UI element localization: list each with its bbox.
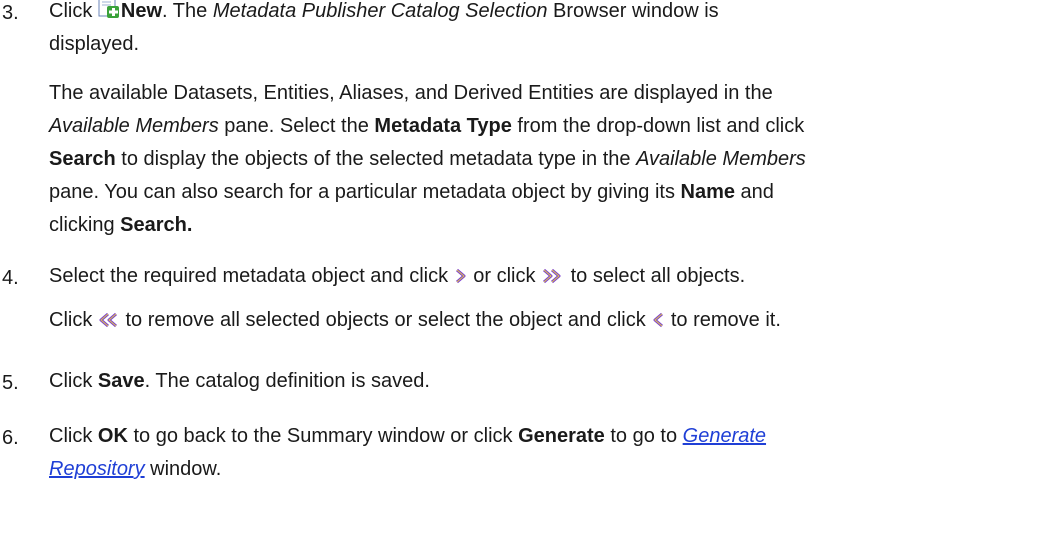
step-3-line-1: Click New. The Metadata Publisher Catalo… <box>49 0 1059 28</box>
step-6-line-1: Click OK to go back to the Summary windo… <box>49 425 767 447</box>
paragraph-line: Available Members pane. Select the Metad… <box>49 115 805 137</box>
step-number: 5. <box>2 372 19 394</box>
step-number: 3. <box>2 2 19 24</box>
new-label: New <box>120 0 163 22</box>
window-name: Metadata Publisher Catalog Selection <box>212 0 548 22</box>
generate-repository-link[interactable]: Generate <box>683 425 766 447</box>
double-chevron-right-icon <box>541 263 565 296</box>
paragraph-line: Search to display the objects of the sel… <box>49 148 806 170</box>
ok-label: OK <box>97 425 128 447</box>
step-number: 4. <box>2 267 19 289</box>
paragraph-line: pane. You can also search for a particul… <box>49 181 774 203</box>
step-4-line-2: Click to remove all selected objects or … <box>49 304 781 340</box>
generate-label: Generate <box>518 425 605 447</box>
save-label: Save <box>97 370 145 392</box>
chevron-right-icon <box>454 263 468 296</box>
step-5-line: Click Save. The catalog definition is sa… <box>49 370 430 392</box>
chevron-left-icon <box>651 307 665 340</box>
paragraph-line: clicking Search. <box>49 214 193 236</box>
step-6-line-2: Repository window. <box>49 458 222 480</box>
double-chevron-left-icon <box>98 307 120 340</box>
generate-repository-link-cont[interactable]: Repository <box>49 458 145 480</box>
new-document-add-icon <box>98 0 120 19</box>
paragraph-line: The available Datasets, Entities, Aliase… <box>49 82 773 104</box>
step-4-line-1: Select the required metadata object and … <box>49 260 1059 296</box>
step-number: 6. <box>2 427 19 449</box>
step-3-line-2: displayed. <box>49 33 140 55</box>
